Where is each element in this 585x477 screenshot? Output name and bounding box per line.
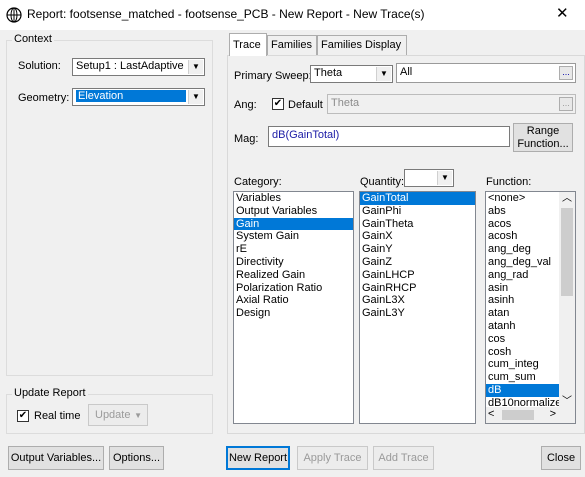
function-item[interactable]: ang_rad bbox=[486, 269, 560, 282]
function-item[interactable]: ang_deg_val bbox=[486, 256, 560, 269]
quantity-item[interactable]: GainLHCP bbox=[360, 269, 475, 282]
new-report-button[interactable]: New Report bbox=[226, 446, 290, 470]
quantity-label: Quantity: bbox=[360, 176, 405, 188]
primary-sweep-ellipsis-button[interactable]: ... bbox=[559, 66, 573, 80]
geometry-dropdown[interactable]: Elevation ▼ bbox=[72, 88, 205, 106]
category-item[interactable]: Design bbox=[234, 307, 353, 320]
function-horizontal-scrollbar[interactable]: < > bbox=[486, 407, 560, 423]
category-item[interactable]: rE bbox=[234, 243, 353, 256]
ang-ellipsis-button[interactable]: ... bbox=[559, 97, 573, 111]
function-item[interactable]: <none> bbox=[486, 192, 560, 205]
range-function-button[interactable]: Range Function... bbox=[513, 123, 573, 152]
tab-trace[interactable]: Trace bbox=[229, 33, 267, 56]
function-item[interactable]: atanh bbox=[486, 320, 560, 333]
chevron-down-icon: ▼ bbox=[134, 410, 142, 420]
scroll-corner bbox=[559, 407, 575, 423]
close-window-icon[interactable]: ✕ bbox=[556, 4, 569, 22]
quantity-filter-dropdown[interactable]: ▼ bbox=[404, 169, 454, 187]
close-button[interactable]: Close bbox=[541, 446, 581, 470]
app-globe-icon bbox=[6, 7, 22, 23]
geometry-label: Geometry: bbox=[18, 92, 70, 104]
category-item[interactable]: Polarization Ratio bbox=[234, 282, 353, 295]
default-label: Default bbox=[288, 99, 323, 111]
scroll-left-icon[interactable]: < bbox=[488, 408, 494, 420]
function-label: Function: bbox=[486, 176, 532, 188]
solution-label: Solution: bbox=[18, 60, 61, 72]
default-checkbox[interactable]: ✔ bbox=[272, 98, 284, 110]
primary-sweep-range-field[interactable]: All bbox=[396, 63, 576, 83]
function-vertical-scrollbar[interactable]: ︿ ﹀ bbox=[559, 192, 575, 409]
update-report-group-label: Update Report bbox=[12, 387, 88, 399]
function-item[interactable]: asin bbox=[486, 282, 560, 295]
chevron-down-icon: ▼ bbox=[188, 60, 203, 74]
category-item[interactable]: Axial Ratio bbox=[234, 294, 353, 307]
quantity-item[interactable]: GainX bbox=[360, 230, 475, 243]
ang-field[interactable]: Theta bbox=[327, 94, 576, 114]
scroll-thumb[interactable] bbox=[561, 208, 573, 296]
function-item[interactable]: asinh bbox=[486, 294, 560, 307]
function-listbox[interactable]: <none> abs acos acosh ang_deg ang_deg_val ang_… bbox=[485, 191, 576, 424]
mag-label: Mag: bbox=[234, 133, 259, 145]
realtime-checkbox[interactable]: ✔ bbox=[17, 410, 29, 422]
scroll-thumb[interactable] bbox=[502, 410, 534, 420]
chevron-down-icon: ▼ bbox=[437, 171, 452, 185]
function-item[interactable]: cum_integ bbox=[486, 358, 560, 371]
function-item[interactable]: acos bbox=[486, 218, 560, 231]
apply-trace-button[interactable]: Apply Trace bbox=[297, 446, 368, 470]
mag-field[interactable]: dB(GainTotal) bbox=[268, 126, 510, 147]
chevron-down-icon: ▼ bbox=[376, 67, 391, 81]
category-item[interactable]: Variables bbox=[234, 192, 353, 205]
title-bar: Report: footsense_matched - footsense_PC… bbox=[0, 0, 585, 30]
primary-sweep-dropdown[interactable]: Theta ▼ bbox=[310, 65, 393, 83]
function-item[interactable]: acosh bbox=[486, 230, 560, 243]
function-item[interactable]: abs bbox=[486, 205, 560, 218]
quantity-item[interactable]: GainTheta bbox=[360, 218, 475, 231]
quantity-item[interactable]: GainL3X bbox=[360, 294, 475, 307]
category-item[interactable]: Realized Gain bbox=[234, 269, 353, 282]
function-item[interactable]: dB bbox=[486, 383, 560, 397]
scroll-right-icon[interactable]: > bbox=[550, 408, 556, 420]
primary-sweep-label: Primary Sweep: bbox=[234, 70, 312, 82]
quantity-item[interactable]: GainRHCP bbox=[360, 282, 475, 295]
function-item[interactable]: atan bbox=[486, 307, 560, 320]
tab-families-display[interactable]: Families Display bbox=[317, 35, 407, 55]
quantity-item[interactable]: GainPhi bbox=[360, 205, 475, 218]
function-item[interactable]: cum_sum bbox=[486, 371, 560, 384]
ang-label: Ang: bbox=[234, 99, 257, 111]
quantity-listbox[interactable]: GainTotal GainPhi GainTheta GainX GainY GainZ… bbox=[359, 191, 476, 424]
function-item[interactable]: cosh bbox=[486, 346, 560, 359]
quantity-item[interactable]: GainTotal bbox=[360, 192, 475, 205]
context-group-label: Context bbox=[12, 33, 54, 45]
options-button[interactable]: Options... bbox=[109, 446, 164, 470]
add-trace-button[interactable]: Add Trace bbox=[373, 446, 434, 470]
category-item[interactable]: Output Variables bbox=[234, 205, 353, 218]
function-item[interactable]: ang_deg bbox=[486, 243, 560, 256]
scroll-up-icon[interactable]: ︿ bbox=[559, 192, 575, 206]
category-item[interactable]: Directivity bbox=[234, 256, 353, 269]
quantity-item[interactable]: GainZ bbox=[360, 256, 475, 269]
quantity-item[interactable]: GainY bbox=[360, 243, 475, 256]
realtime-label: Real time bbox=[34, 410, 81, 422]
quantity-item[interactable]: GainL3Y bbox=[360, 307, 475, 320]
window-title: Report: footsense_matched - footsense_PC… bbox=[27, 7, 425, 21]
function-item[interactable]: cos bbox=[486, 333, 560, 346]
update-button[interactable]: Update ▼ bbox=[88, 404, 148, 426]
category-item[interactable]: Gain bbox=[234, 217, 353, 231]
solution-dropdown[interactable]: Setup1 : LastAdaptive ▼ bbox=[72, 58, 205, 76]
output-variables-button[interactable]: Output Variables... bbox=[8, 446, 104, 470]
tab-families[interactable]: Families bbox=[267, 35, 317, 55]
category-item[interactable]: System Gain bbox=[234, 230, 353, 243]
category-listbox[interactable]: Variables Output Variables Gain System Gain… bbox=[233, 191, 354, 424]
chevron-down-icon: ▼ bbox=[188, 90, 203, 104]
category-label: Category: bbox=[234, 176, 282, 188]
